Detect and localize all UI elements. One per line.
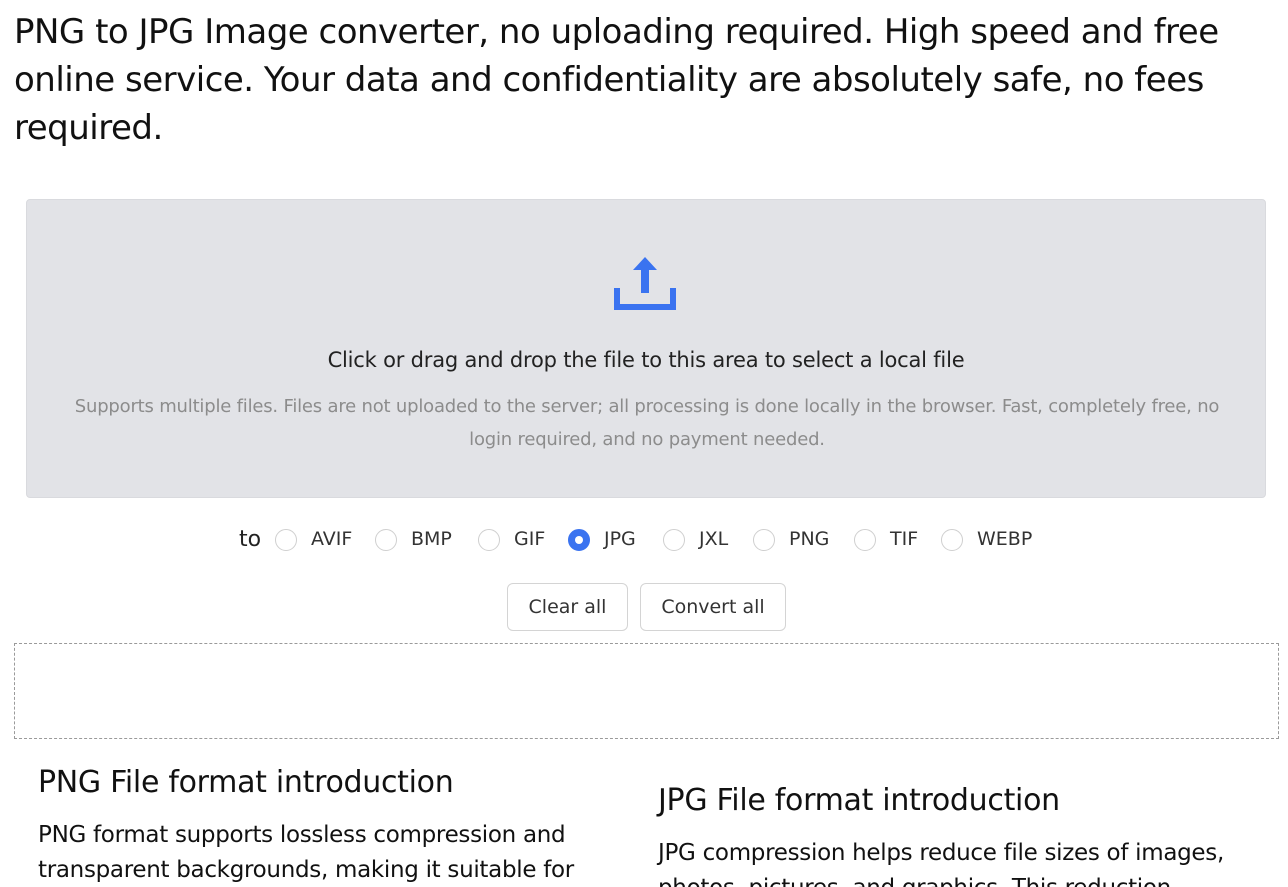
format-option-label: GIF: [514, 528, 546, 550]
page-headline: PNG to JPG Image converter, no uploading…: [14, 12, 1219, 148]
format-prefix-label: to: [239, 527, 262, 552]
jpg-intro-title: JPG File format introduction: [658, 783, 1060, 818]
upload-icon: [614, 257, 676, 310]
file-dropzone[interactable]: Click or drag and drop the file to this …: [26, 199, 1266, 498]
results-area: [14, 643, 1279, 739]
jpg-intro-text: JPG compression helps reduce file sizes …: [658, 840, 1224, 887]
radio-circle[interactable]: [275, 529, 297, 551]
format-option-label: BMP: [411, 528, 452, 550]
png-intro-text: PNG format supports lossless compression…: [38, 822, 574, 883]
radio-circle[interactable]: [375, 529, 397, 551]
convert-all-button[interactable]: Convert all: [640, 583, 786, 631]
png-intro-title: PNG File format introduction: [38, 765, 454, 800]
radio-circle[interactable]: [753, 529, 775, 551]
format-option-label: PNG: [789, 528, 830, 550]
clear-all-button[interactable]: Clear all: [507, 583, 628, 631]
page: PNG to JPG Image converter, no uploading…: [0, 0, 1288, 887]
radio-circle-checked[interactable]: [568, 529, 590, 551]
format-option-label: JXL: [699, 528, 729, 550]
radio-circle[interactable]: [478, 529, 500, 551]
radio-circle[interactable]: [854, 529, 876, 551]
dropzone-title: Click or drag and drop the file to this …: [327, 348, 965, 372]
format-option-label: JPG: [604, 528, 636, 550]
radio-circle[interactable]: [663, 529, 685, 551]
format-option-label: TIF: [890, 528, 919, 550]
format-selector: to AVIF BMP GIF JPG JXL PNG TIF WEBP: [0, 525, 1288, 559]
dropzone-subtitle: Supports multiple files. Files are not u…: [74, 396, 1220, 450]
format-option-label: WEBP: [977, 528, 1033, 550]
format-option-label: AVIF: [311, 528, 353, 550]
radio-circle[interactable]: [941, 529, 963, 551]
